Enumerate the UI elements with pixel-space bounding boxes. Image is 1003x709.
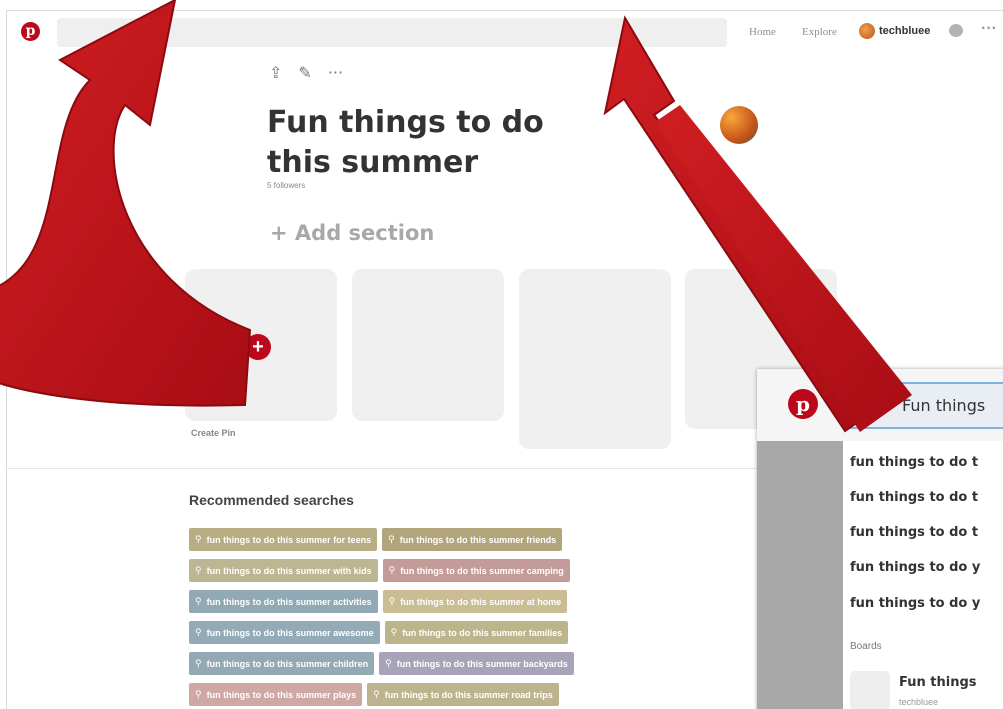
nav-username: techbluee [879,25,931,37]
inset-search-text: Fun things [902,396,986,415]
inset-header: p Fun things [757,369,1003,441]
search-icon: ⚲ [390,627,398,637]
recommended-search-chip[interactable]: ⚲ fun things to do this summer friends [382,528,563,551]
recommended-row: ⚲ fun things to do this summer for teens ⚲… [189,528,563,551]
chip-label: fun things to do this summer families [402,627,563,638]
search-icon: ⚲ [373,689,380,699]
recommended-search-chip[interactable]: ⚲ fun things to do this summer with kids [189,559,378,582]
suggestion-item[interactable]: fun things to do y [850,596,980,611]
chip-label: fun things to do this summer awesome [206,627,374,638]
nav-explore-link[interactable]: Explore [802,26,837,38]
more-icon[interactable]: ··· [328,63,343,82]
nav-home-link[interactable]: Home [749,26,776,38]
board-toolbar: ⇪ ✎ ··· [269,63,343,82]
followers-count[interactable]: 5 followers [267,181,305,190]
recommended-searches-heading: Recommended searches [189,492,354,508]
recommended-search-chip[interactable]: ⚲ fun things to do this summer road trips [367,683,559,706]
suggestion-item[interactable]: fun things to do t [850,525,978,540]
recommended-row: ⚲ fun things to do this summer plays ⚲ fun … [189,683,559,706]
recommended-search-chip[interactable]: ⚲ fun things to do this summer backyards [379,652,574,675]
nav-profile-button[interactable]: techbluee [859,23,930,39]
edit-icon[interactable]: ✎ [298,63,311,82]
search-icon: ⚲ [388,534,395,544]
board-title: Fun things to do this summer [267,105,544,180]
share-icon[interactable]: ⇪ [269,63,282,82]
chat-icon[interactable] [949,24,963,37]
recommended-search-chip[interactable]: ⚲ fun things to do this summer families [384,621,569,644]
board-owner-avatar[interactable] [720,106,758,144]
chip-label: fun things to do this summer activities [206,596,372,607]
screenshot-stage: p Home Explore techbluee ··· ⇪ ✎ ··· Fun… [0,0,1003,709]
chip-label: fun things to do this summer backyards [396,658,568,669]
recommended-search-chip[interactable]: ⚲ fun things to do this summer plays [189,683,363,706]
chip-label: fun things to do this summer camping [400,565,564,576]
chip-label: fun things to do this summer friends [399,534,557,545]
chip-label: fun things to do this summer with kids [206,565,372,576]
board-result-user: techbluee [899,697,939,707]
board-result-name[interactable]: Fun things [899,675,977,690]
search-input[interactable] [57,18,727,47]
search-icon [858,396,874,412]
recommended-row: ⚲ fun things to do this summer awesome ⚲ fu… [189,621,569,644]
search-icon: ⚲ [385,658,392,668]
create-pin-label: Create Pin [191,428,236,438]
search-suggestions-dropdown: fun things to do t fun things to do t fu… [843,441,1003,709]
zoomed-search-inset: p Fun things fun things to do t fun thin… [757,369,1003,709]
suggestion-item[interactable]: fun things to do t [850,490,978,505]
recommended-row: ⚲ fun things to do this summer activities… [189,590,568,613]
suggestion-item[interactable]: fun things to do t [850,455,978,470]
top-nav: p Home Explore techbluee ··· [7,11,1003,55]
board-thumbnail [850,671,890,709]
pin-placeholder-tile [519,269,671,449]
avatar [859,23,875,39]
search-icon: ⚲ [195,534,202,544]
more-options-icon[interactable]: ··· [981,20,997,38]
recommended-search-chip[interactable]: ⚲ fun things to do this summer awesome [189,621,380,644]
recommended-search-chip[interactable]: ⚲ fun things to do this summer children [189,652,375,675]
inset-overlay [757,441,843,709]
chip-label: fun things to do this summer at home [400,596,562,607]
boards-heading: Boards [850,641,882,652]
search-icon: ⚲ [195,627,202,637]
chip-label: fun things to do this summer road trips [384,689,553,700]
pinterest-logo-icon[interactable]: p [788,389,818,419]
recommended-row: ⚲ fun things to do this summer with kids ⚲… [189,559,570,582]
chip-label: fun things to do this summer for teens [206,534,372,545]
logo-glyph: p [25,23,36,39]
recommended-search-chip[interactable]: ⚲ fun things to do this summer for teens [189,528,378,551]
search-icon: ⚲ [388,565,396,575]
create-pin-plus-icon[interactable]: + [245,334,271,360]
pin-placeholder-tile [352,269,504,421]
inset-search-input[interactable]: Fun things [842,382,1003,429]
search-icon: ⚲ [195,689,202,699]
search-icon: ⚲ [195,596,202,606]
recommended-search-chip[interactable]: ⚲ fun things to do this summer camping [382,559,570,582]
suggestion-item[interactable]: fun things to do y [850,560,980,575]
search-icon: ⚲ [388,596,396,606]
add-section-button[interactable]: + Add section [270,221,434,245]
pinterest-logo-icon[interactable]: p [21,22,40,41]
recommended-row: ⚲ fun things to do this summer children ⚲ f… [189,652,574,675]
chip-label: fun things to do this summer children [206,658,369,669]
chip-label: fun things to do this summer plays [206,689,357,700]
recommended-search-chip[interactable]: ⚲ fun things to do this summer activities [189,590,378,613]
search-icon: ⚲ [195,565,202,575]
search-icon: ⚲ [195,658,202,668]
recommended-search-chip[interactable]: ⚲ fun things to do this summer at home [382,590,568,613]
